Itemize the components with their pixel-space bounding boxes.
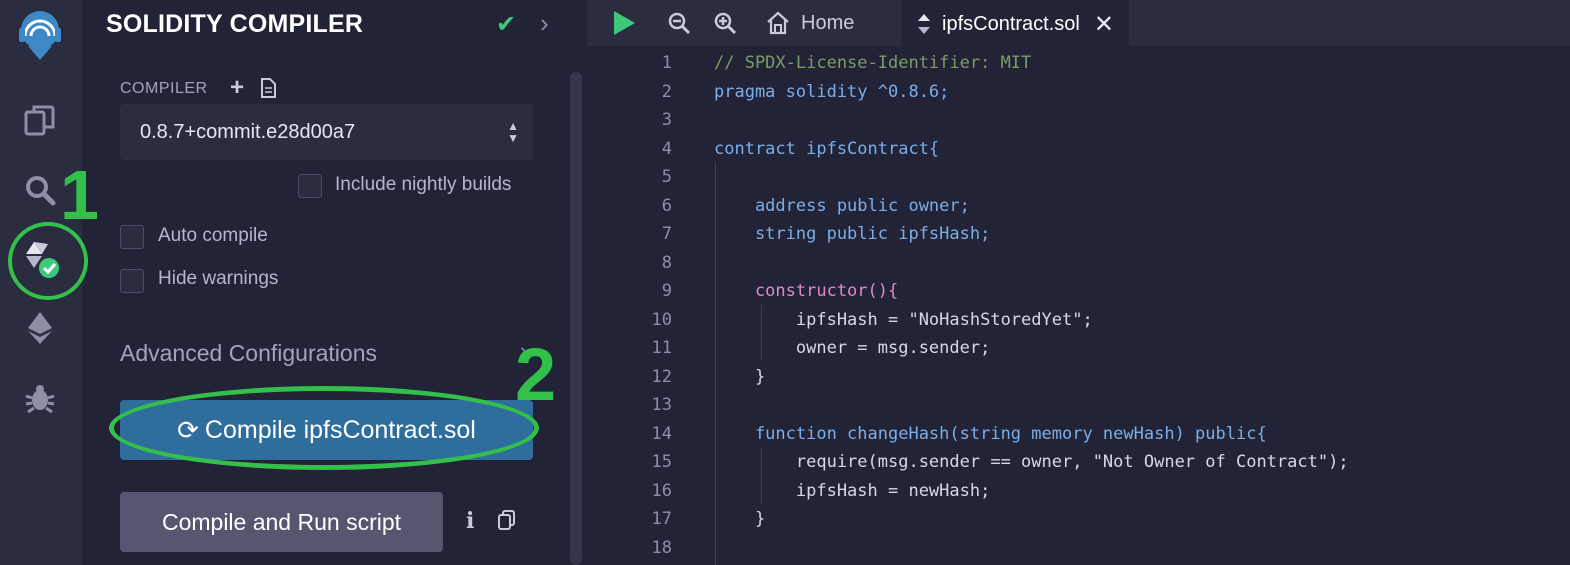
annotation-number-one: 1 xyxy=(60,156,99,234)
line-number: 10 xyxy=(651,310,672,330)
line-number: 12 xyxy=(651,367,672,387)
code-editor: Home ipfsContract.sol ✕ 1 2 3 4 5 6 7 8 … xyxy=(587,0,1570,565)
line-number: 3 xyxy=(661,110,672,130)
code-area[interactable]: // SPDX-License-Identifier: MIT pragma s… xyxy=(714,46,1570,565)
code-line: owner = msg.sender; xyxy=(714,338,991,358)
indent-guide xyxy=(715,162,716,565)
line-number: 14 xyxy=(651,424,672,444)
debugger-bug-icon[interactable] xyxy=(14,372,66,424)
advanced-configurations-toggle[interactable]: Advanced Configurations xyxy=(120,340,377,367)
line-number: 17 xyxy=(651,509,672,529)
compile-and-run-label: Compile and Run script xyxy=(161,508,402,535)
line-number: 11 xyxy=(651,338,672,358)
solidity-file-icon xyxy=(918,14,930,34)
line-number: 5 xyxy=(661,167,672,187)
line-number-gutter: 1 2 3 4 5 6 7 8 9 10 11 12 13 14 15 16 1… xyxy=(587,46,712,565)
auto-compile-checkbox[interactable] xyxy=(120,225,144,249)
tab-home[interactable]: Home xyxy=(765,0,854,46)
hide-warnings-checkbox[interactable] xyxy=(120,269,144,293)
code-line: } xyxy=(714,367,766,387)
line-number: 1 xyxy=(661,53,672,73)
code-line: // SPDX-License-Identifier: MIT xyxy=(714,53,1032,73)
chevron-right-icon[interactable]: › xyxy=(540,8,549,39)
tab-home-label: Home xyxy=(801,11,855,34)
copy-icon[interactable] xyxy=(498,510,516,535)
tab-ipfs-contract[interactable]: ipfsContract.sol ✕ xyxy=(902,0,1129,48)
code-line: function changeHash(string memory newHas… xyxy=(714,424,1267,444)
line-number: 2 xyxy=(661,82,672,102)
close-icon[interactable]: ✕ xyxy=(1094,10,1114,39)
auto-compile-label: Auto compile xyxy=(158,225,268,246)
compiler-label: COMPILER xyxy=(120,80,208,97)
file-icon[interactable] xyxy=(260,78,276,103)
line-number: 13 xyxy=(651,395,672,415)
code-line: contract ipfsContract{ xyxy=(714,139,940,159)
compiler-version-value: 0.8.7+commit.e28d00a7 xyxy=(140,121,356,143)
annotation-ellipse xyxy=(109,386,539,470)
file-explorer-icon[interactable] xyxy=(14,94,66,146)
zoom-out-icon[interactable] xyxy=(667,11,691,40)
info-icon[interactable]: i xyxy=(466,508,474,534)
compile-and-run-button[interactable]: Compile and Run script xyxy=(120,492,443,552)
line-number: 18 xyxy=(651,538,672,558)
code-line: pragma solidity ^0.8.6; xyxy=(714,82,950,102)
line-number: 4 xyxy=(661,139,672,159)
deploy-run-icon[interactable] xyxy=(14,302,66,354)
compiler-version-select[interactable]: 0.8.7+commit.e28d00a7 ▲ ▼ xyxy=(120,104,533,160)
code-line: ipfsHash = newHash; xyxy=(714,481,991,501)
code-line: require(msg.sender == owner, "Not Owner … xyxy=(714,452,1349,472)
annotation-number-two: 2 xyxy=(515,333,557,416)
run-script-play-icon[interactable] xyxy=(611,9,637,42)
remix-logo-icon[interactable] xyxy=(14,8,66,60)
hide-warnings-label: Hide warnings xyxy=(158,268,279,289)
add-compiler-icon[interactable]: + xyxy=(230,74,244,102)
code-line: string public ipfsHash; xyxy=(714,224,991,244)
code-line: ipfsHash = "NoHashStoredYet"; xyxy=(714,310,1093,330)
line-number: 15 xyxy=(651,452,672,472)
solidity-compiler-panel: SOLIDITY COMPILER ✔ › COMPILER + 0.8.7+c… xyxy=(82,0,587,565)
line-number: 16 xyxy=(651,481,672,501)
include-nightly-checkbox[interactable] xyxy=(298,174,322,198)
code-line: address public owner; xyxy=(714,196,970,216)
line-number: 9 xyxy=(661,281,672,301)
panel-scrollbar[interactable] xyxy=(570,72,582,565)
line-number: 7 xyxy=(661,224,672,244)
home-icon xyxy=(767,11,789,35)
code-line: constructor(){ xyxy=(714,281,899,301)
check-icon: ✔ xyxy=(496,11,517,38)
zoom-in-icon[interactable] xyxy=(713,11,737,40)
tab-file-label: ipfsContract.sol xyxy=(942,12,1080,35)
panel-title: SOLIDITY COMPILER xyxy=(106,10,364,38)
line-number: 6 xyxy=(661,196,672,216)
editor-tab-bar: Home ipfsContract.sol ✕ xyxy=(587,0,1570,48)
search-icon[interactable] xyxy=(14,164,66,216)
code-line: } xyxy=(714,509,766,529)
include-nightly-label: Include nightly builds xyxy=(335,174,512,195)
select-arrows-icon: ▲ ▼ xyxy=(507,119,519,145)
line-number: 8 xyxy=(661,253,672,273)
